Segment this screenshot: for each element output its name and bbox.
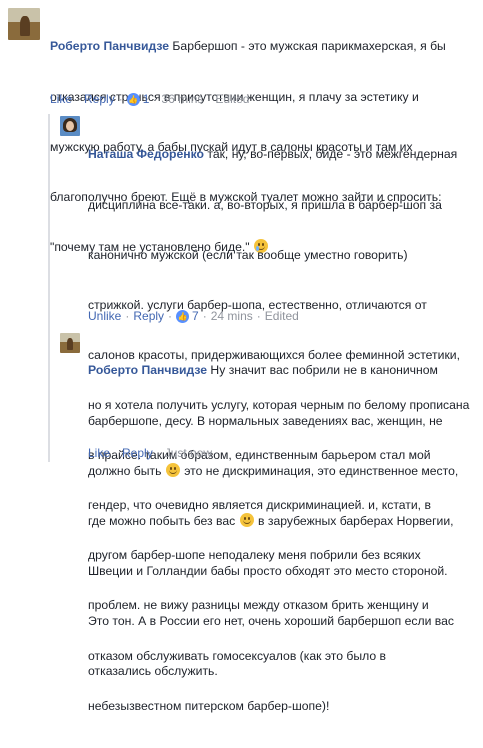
edited-label[interactable]: Edited [265, 309, 299, 323]
comment-roberto-2: Роберто Панчвидзе Ну значит вас побрили … [0, 326, 483, 678]
avatar-roberto[interactable] [60, 333, 80, 353]
like-button[interactable]: Like [50, 92, 72, 106]
like-count[interactable]: 1 [143, 92, 150, 106]
comment-author[interactable]: Наташа Федоренко [88, 147, 204, 161]
avatar-roberto[interactable] [8, 8, 40, 40]
comment-actions: Unlike · Reply · 👍 7 · 24 mins · Edited [88, 309, 299, 323]
thumbs-up-icon: 👍 [176, 309, 190, 323]
timestamp[interactable]: 24 mins [211, 309, 253, 323]
avatar-natasha[interactable] [60, 116, 80, 136]
smiling-emoji [165, 462, 180, 477]
comment-author[interactable]: Роберто Панчвидзе [88, 363, 207, 377]
comment-body: Роберто Панчвидзе Ну значит вас побрили … [88, 363, 459, 679]
smiling-emoji [239, 512, 254, 527]
comment-actions: Like · Reply · 👍 1 · 36 mins · Edited [50, 92, 250, 106]
edited-label[interactable]: Edited [215, 92, 249, 106]
unlike-button[interactable]: Unlike [88, 309, 121, 323]
like-button[interactable]: Like [88, 446, 110, 460]
comment-natasha: Наташа Федоренко так, ну, во-первых, бид… [0, 110, 483, 713]
like-count[interactable]: 7 [192, 309, 199, 323]
comment-actions: Like · Reply · Just now [88, 446, 213, 460]
reply-button[interactable]: Reply [133, 309, 164, 323]
reply-button[interactable]: Reply [84, 92, 115, 106]
comment-author[interactable]: Роберто Панчвидзе [50, 39, 169, 53]
reply-button[interactable]: Reply [122, 446, 153, 460]
thumbs-up-icon: 👍 [126, 92, 140, 106]
comment-roberto-1: Роберто Панчвидзе Барбершоп - это мужска… [0, 0, 483, 254]
timestamp[interactable]: Just now [165, 446, 212, 460]
timestamp[interactable]: 36 mins [161, 92, 203, 106]
